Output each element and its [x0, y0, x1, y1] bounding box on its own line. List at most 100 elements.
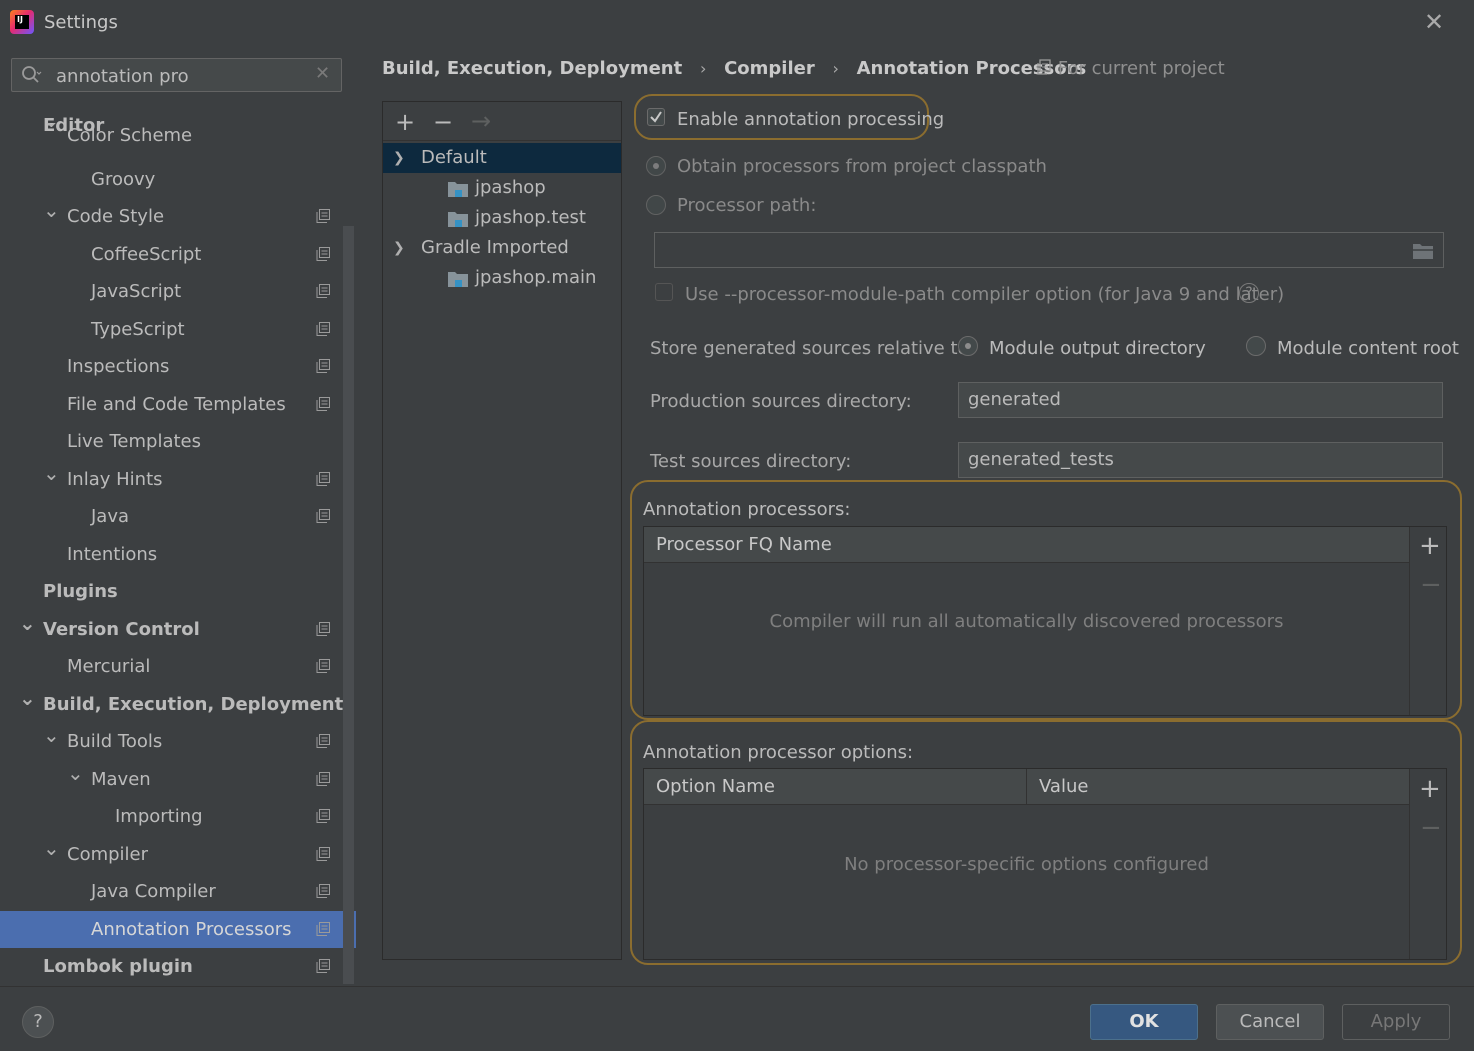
module-row-jpashop-main[interactable]: jpashop.main: [383, 263, 621, 293]
project-scope-icon: [1037, 59, 1051, 75]
sidebar-item-label: Groovy: [91, 169, 156, 190]
sidebar-item[interactable]: Inspections: [0, 348, 342, 385]
project-scope-icon: [316, 472, 330, 486]
remove-processor-icon[interactable]: −: [1420, 570, 1442, 600]
sidebar-item[interactable]: ⌄ Compiler: [0, 836, 342, 873]
remove-option-icon[interactable]: −: [1420, 813, 1442, 843]
browse-folder-icon[interactable]: [1412, 242, 1434, 260]
add-processor-icon[interactable]: +: [1419, 531, 1441, 561]
chevron-down-icon[interactable]: ⌄: [43, 192, 60, 229]
search-icon: [22, 66, 42, 83]
project-scope-icon: [316, 284, 330, 298]
clear-search-icon[interactable]: ✕: [315, 63, 330, 84]
close-icon[interactable]: ✕: [1424, 8, 1444, 36]
title-bar: IJ Settings ✕: [0, 0, 1474, 44]
option-value-header[interactable]: Value: [1027, 769, 1409, 805]
sidebar-item[interactable]: ⌄ Build Tools: [0, 723, 342, 760]
processor-path-field[interactable]: [654, 232, 1444, 268]
sidebar-item[interactable]: TypeScript: [0, 311, 342, 348]
sidebar-item[interactable]: Intentions: [0, 536, 342, 573]
sidebar-item[interactable]: JavaScript: [0, 273, 342, 310]
module-row-jpashop-test[interactable]: jpashop.test: [383, 203, 621, 233]
store-sources-label: Store generated sources relative to:: [650, 338, 975, 359]
sidebar-item-label: Live Templates: [67, 431, 201, 452]
processor-path-label: Processor path:: [677, 195, 817, 216]
search-input[interactable]: [56, 65, 296, 87]
help-question-icon[interactable]: ?: [1239, 283, 1259, 303]
project-scope-icon: [316, 922, 330, 936]
add-option-icon[interactable]: +: [1419, 774, 1441, 804]
sidebar-item-label: Mercurial: [67, 656, 151, 677]
breadcrumb-item[interactable]: Compiler: [724, 58, 815, 79]
production-dir-field[interactable]: generated: [958, 382, 1443, 418]
module-row-default[interactable]: ❯ Default: [383, 143, 621, 173]
chevron-down-icon[interactable]: ⌄: [19, 605, 36, 642]
settings-search[interactable]: ✕: [11, 58, 342, 92]
sidebar-item[interactable]: Annotation Processors: [0, 911, 356, 948]
sidebar-item[interactable]: ⌄ Code Style: [0, 198, 342, 235]
sidebar-item[interactable]: CoffeeScript: [0, 236, 342, 273]
module-label: Default: [421, 147, 487, 168]
project-scope-icon: [316, 772, 330, 786]
ok-button[interactable]: OK: [1090, 1004, 1198, 1040]
module-path-checkbox[interactable]: [655, 283, 673, 301]
module-label: jpashop: [475, 177, 546, 198]
chevron-down-icon[interactable]: ⌄: [43, 455, 60, 492]
module-output-radio[interactable]: [958, 336, 978, 356]
module-row-gradle-imported[interactable]: ❯ Gradle Imported: [383, 233, 621, 263]
sidebar-item-label: Version Control: [43, 619, 200, 640]
module-label: jpashop.main: [475, 267, 597, 288]
module-content-radio[interactable]: [1246, 336, 1266, 356]
scope-label: For current project: [1036, 58, 1225, 79]
sidebar-item[interactable]: File and Code Templates: [0, 386, 342, 423]
sidebar-item[interactable]: ⌄ Maven: [0, 761, 342, 798]
chevron-down-icon[interactable]: ⌄: [43, 830, 60, 867]
enable-processing-label: Enable annotation processing: [677, 109, 945, 130]
enable-processing-checkbox[interactable]: [647, 108, 665, 126]
module-folder-icon: [448, 182, 468, 197]
project-scope-icon: [316, 209, 330, 223]
processors-title: Annotation processors:: [643, 499, 851, 520]
chevron-down-icon[interactable]: ⌄: [43, 717, 60, 754]
chevron-down-icon: ❯: [393, 150, 405, 166]
sidebar-item-label: Build, Execution, Deployment: [43, 694, 344, 715]
breadcrumb-item[interactable]: Build, Execution, Deployment: [382, 58, 682, 79]
processors-empty-text: Compiler will run all automatically disc…: [769, 611, 1284, 632]
obtain-from-classpath-radio[interactable]: [646, 156, 666, 176]
sidebar-scrollbar[interactable]: [343, 226, 354, 984]
table-divider: [1409, 769, 1410, 959]
remove-icon[interactable]: −: [433, 108, 453, 136]
intellij-logo-icon: IJ: [10, 10, 34, 34]
sidebar-item[interactable]: Plugins: [0, 573, 342, 610]
sidebar-item[interactable]: ⌄ Inlay Hints: [0, 461, 342, 498]
sidebar-item-label: Java Compiler: [91, 881, 216, 902]
project-scope-icon: [316, 847, 330, 861]
sidebar-item[interactable]: ⌄ Color Scheme: [0, 123, 342, 145]
sidebar-item-label: File and Code Templates: [67, 394, 286, 415]
sidebar-item[interactable]: ⌄ Version Control: [0, 611, 342, 648]
project-scope-icon: [316, 884, 330, 898]
apply-button[interactable]: Apply: [1342, 1004, 1450, 1040]
cancel-button[interactable]: Cancel: [1216, 1004, 1324, 1040]
sidebar-item[interactable]: Mercurial: [0, 648, 342, 685]
processor-path-radio[interactable]: [646, 195, 666, 215]
chevron-down-icon[interactable]: ⌄: [19, 680, 36, 717]
option-name-header[interactable]: Option Name: [644, 769, 1027, 805]
module-row-jpashop[interactable]: jpashop: [383, 173, 621, 203]
obtain-from-classpath-label: Obtain processors from project classpath: [677, 156, 1047, 177]
processor-fq-name-header[interactable]: Processor FQ Name: [644, 527, 1409, 563]
sidebar-item[interactable]: Java: [0, 498, 342, 535]
move-arrow-icon[interactable]: →: [471, 107, 491, 135]
sidebar-item-label: Code Style: [67, 206, 165, 227]
test-dir-field[interactable]: generated_tests: [958, 442, 1443, 478]
production-dir-label: Production sources directory:: [650, 391, 912, 412]
sidebar-item[interactable]: Lombok plugin: [0, 948, 342, 985]
chevron-down-icon[interactable]: ⌄: [43, 123, 60, 131]
help-button[interactable]: ?: [22, 1006, 54, 1038]
add-icon[interactable]: +: [395, 108, 415, 136]
chevron-down-icon: ❯: [393, 240, 405, 256]
chevron-down-icon[interactable]: ⌄: [67, 755, 84, 792]
checkmark-icon: [650, 111, 662, 123]
sidebar-item[interactable]: Java Compiler: [0, 873, 342, 910]
breadcrumb: Build, Execution, Deployment › Compiler …: [382, 58, 1086, 82]
